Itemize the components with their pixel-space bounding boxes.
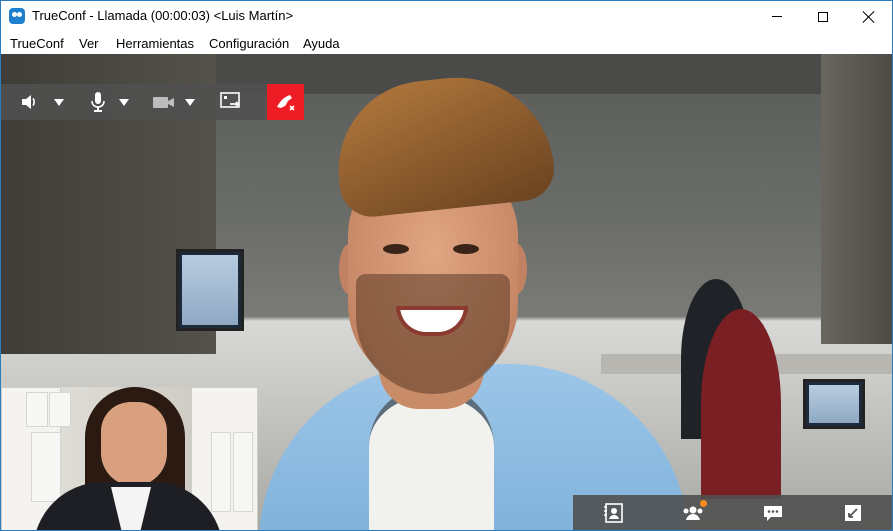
chat-button[interactable] xyxy=(733,495,812,530)
speaker-dropdown[interactable] xyxy=(52,84,66,120)
background-binder xyxy=(49,392,71,427)
menu-item-ayuda[interactable]: Ayuda xyxy=(303,36,340,51)
maximize-button[interactable] xyxy=(800,1,846,32)
close-icon xyxy=(863,11,875,23)
call-toolbar xyxy=(1,84,304,120)
microphone-button[interactable] xyxy=(87,84,109,120)
remote-video[interactable] xyxy=(1,54,892,530)
hangup-icon xyxy=(276,95,295,111)
hangup-button[interactable] xyxy=(267,84,304,120)
bottom-toolbar xyxy=(573,495,892,530)
fullscreen-button[interactable] xyxy=(813,495,892,530)
background-binder xyxy=(233,432,253,512)
background-wall-right xyxy=(821,54,892,344)
menu-item-herramientas[interactable]: Herramientas xyxy=(116,36,194,51)
window-title: TrueConf - Llamada (00:00:03) <Luis Mart… xyxy=(32,8,294,23)
background-monitor xyxy=(176,249,244,331)
menu-item-ver[interactable]: Ver xyxy=(79,36,99,51)
participant-eye xyxy=(383,244,409,254)
minimize-icon xyxy=(772,16,782,17)
menu-item-configuracion[interactable]: Configuración xyxy=(209,36,289,51)
chevron-down-icon xyxy=(185,98,195,106)
title-bar[interactable]: TrueConf - Llamada (00:00:03) <Luis Mart… xyxy=(1,1,892,32)
maximize-icon xyxy=(818,11,828,22)
share-screen-icon xyxy=(220,92,241,108)
chevron-down-icon xyxy=(54,98,64,106)
participants-icon xyxy=(683,506,702,520)
camera-dropdown[interactable] xyxy=(183,84,197,120)
microphone-icon xyxy=(91,92,105,112)
background-person xyxy=(701,309,781,499)
microphone-dropdown[interactable] xyxy=(117,84,131,120)
speaker-button[interactable] xyxy=(17,84,41,120)
participants-button[interactable] xyxy=(653,495,732,530)
chat-icon xyxy=(763,506,782,521)
menu-item-trueconf[interactable]: TrueConf xyxy=(10,36,64,51)
fullscreen-toggle-icon xyxy=(844,505,861,521)
contacts-icon xyxy=(603,503,623,523)
notification-badge xyxy=(700,500,707,507)
background-monitor xyxy=(803,379,865,429)
background-binder xyxy=(31,432,61,502)
camera-button[interactable] xyxy=(151,84,177,120)
contacts-button[interactable] xyxy=(573,495,652,530)
participant-eye xyxy=(453,244,479,254)
speaker-icon xyxy=(22,95,35,109)
self-face xyxy=(101,402,167,486)
background-binder xyxy=(26,392,48,427)
background-binder xyxy=(211,432,231,512)
share-screen-button[interactable] xyxy=(219,84,245,120)
app-window: TrueConf - Llamada (00:00:03) <Luis Mart… xyxy=(0,0,893,531)
self-view[interactable] xyxy=(1,387,258,530)
chevron-down-icon xyxy=(119,98,129,106)
camera-icon xyxy=(153,97,174,108)
menu-bar: TrueConf Ver Herramientas Configuración … xyxy=(1,32,892,54)
minimize-button[interactable] xyxy=(754,1,800,32)
trueconf-app-icon[interactable] xyxy=(9,8,25,24)
close-button[interactable] xyxy=(846,1,892,32)
